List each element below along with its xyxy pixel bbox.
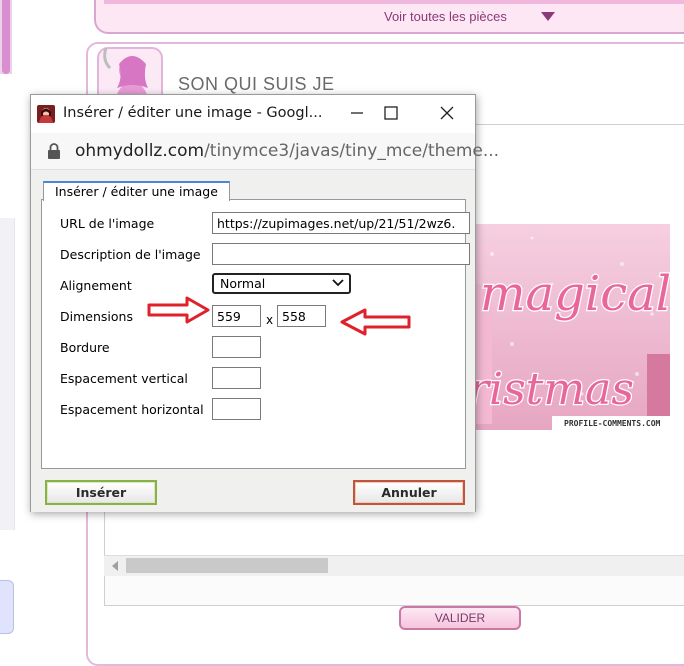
cancel-button[interactable]: Annuler: [353, 480, 465, 505]
section-title: SON QUI SUIS JE: [178, 74, 335, 94]
christmas-image: magical ristmas PROFILE-COMMENTS.COM: [472, 224, 670, 430]
description-label: Description de l'image: [60, 247, 201, 262]
rooms-bar-stripe: [104, 0, 684, 4]
alignment-selected-value: Normal: [220, 276, 266, 291]
window-title: Insérer / éditer une image - Googl...: [63, 105, 323, 121]
vspace-label: Espacement vertical: [60, 371, 188, 386]
scroll-left-icon[interactable]: [112, 561, 118, 571]
scrollbar-thumb[interactable]: [126, 558, 328, 573]
url-domain: ohmydollz.com: [75, 141, 205, 161]
height-input[interactable]: [277, 305, 326, 327]
minimize-icon[interactable]: [347, 103, 367, 123]
alignment-label: Alignement: [60, 278, 132, 293]
alignment-select[interactable]: Normal: [212, 273, 351, 294]
submit-button[interactable]: VALIDER: [399, 606, 521, 630]
horizontal-scrollbar[interactable]: [104, 555, 684, 576]
image-word-ristmas: ristmas: [472, 364, 634, 415]
dimensions-label: Dimensions: [60, 309, 133, 324]
hspace-label: Espacement horizontal: [60, 402, 204, 417]
maximize-icon[interactable]: [381, 103, 401, 123]
chevron-down-icon[interactable]: [541, 12, 555, 21]
close-icon[interactable]: [437, 103, 457, 123]
see-all-rooms-link[interactable]: Voir toutes les pièces: [384, 9, 507, 24]
width-input[interactable]: [212, 305, 261, 327]
image-word-magical: magical: [480, 266, 670, 322]
lock-icon: [48, 143, 60, 159]
annotation-arrow-right-icon: [147, 296, 210, 324]
left-side-button[interactable]: [0, 580, 14, 634]
left-pink-bar: [2, 0, 10, 74]
description-input[interactable]: [212, 243, 470, 265]
image-url-input[interactable]: [212, 212, 470, 234]
tab-insert-edit-image[interactable]: Insérer / éditer une image: [43, 181, 230, 201]
image-dialog-window: Insérer / éditer une image - Googl... oh…: [30, 94, 499, 512]
chevron-down-icon: [332, 279, 344, 287]
address-bar[interactable]: ohmydollz.com/tinymce3/javas/tiny_mce/th…: [31, 133, 499, 170]
insert-button[interactable]: Insérer: [45, 480, 157, 505]
url-path: /tinymce3/javas/tiny_mce/theme...: [204, 141, 500, 161]
vspace-input[interactable]: [212, 367, 261, 389]
dimensions-separator: x: [266, 313, 274, 327]
window-titlebar[interactable]: Insérer / éditer une image - Googl...: [31, 95, 475, 133]
annotation-arrow-left-icon: [340, 308, 411, 336]
doll-favicon-icon: [37, 105, 55, 123]
left-side-panel: [0, 218, 15, 530]
hspace-input[interactable]: [212, 398, 261, 420]
left-edge-decoration: [0, 0, 12, 74]
border-label: Bordure: [60, 340, 110, 355]
address-url[interactable]: ohmydollz.com/tinymce3/javas/tiny_mce/th…: [75, 141, 499, 161]
image-url-label: URL de l'image: [60, 216, 155, 231]
border-input[interactable]: [212, 336, 261, 358]
image-caption: PROFILE-COMMENTS.COM: [564, 419, 661, 428]
